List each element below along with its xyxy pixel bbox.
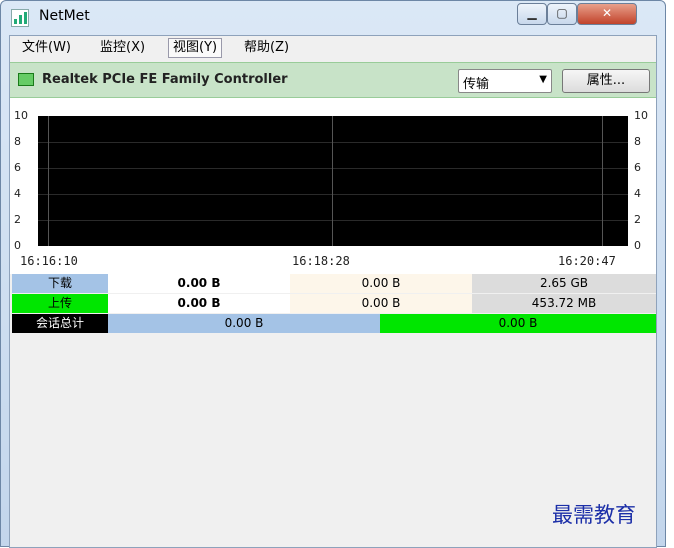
netmet-window: NetMet ▁ ▢ ✕ 文件(W) 监控(X) 视图(Y) 帮助(Z) Rea… [0,0,666,548]
grid-line [38,194,628,195]
mode-dropdown[interactable]: 传输 ▼ [458,69,552,93]
download-row: 下载 0.00 B 0.00 B 2.65 GB [10,274,656,293]
grid-line [48,116,49,246]
upload-current: 0.00 B [108,294,290,313]
grid-line [38,168,628,169]
window-title: NetMet [39,8,90,24]
download-current: 0.00 B [108,274,290,293]
grid-line [332,116,333,246]
minimize-button[interactable]: ▁ [517,3,547,25]
session-download: 0.00 B [108,314,380,333]
y-tick-right: 10 [634,109,648,122]
x-tick: 16:18:28 [292,254,350,268]
y-tick-left: 8 [14,135,21,148]
y-tick-right: 4 [634,187,641,200]
y-tick-right: 2 [634,213,641,226]
close-button[interactable]: ✕ [577,3,637,25]
download-total: 2.65 GB [472,274,656,293]
y-tick-right: 8 [634,135,641,148]
menu-bar: 文件(W) 监控(X) 视图(Y) 帮助(Z) [10,36,656,60]
grid-line [38,220,628,221]
watermark-text: 最需教育 [552,503,636,527]
client-area: 文件(W) 监控(X) 视图(Y) 帮助(Z) Realtek PCIe FE … [9,35,657,548]
graph-plot [38,116,628,246]
properties-button[interactable]: 属性... [562,69,650,93]
menu-file[interactable]: 文件(W) [18,39,75,57]
app-chart-icon [11,9,29,27]
y-tick-right: 6 [634,161,641,174]
download-average: 0.00 B [290,274,472,293]
y-tick-left: 10 [14,109,28,122]
x-tick: 16:16:10 [20,254,78,268]
chevron-down-icon: ▼ [539,74,547,85]
x-tick: 16:20:47 [558,254,616,268]
traffic-graph: 10 8 6 4 2 0 10 8 6 4 2 0 16:16:10 16:18… [10,98,656,274]
download-label: 下载 [12,274,108,293]
y-tick-right: 0 [634,239,641,252]
adapter-bar: Realtek PCIe FE Family Controller 传输 ▼ 属… [10,62,656,98]
upload-average: 0.00 B [290,294,472,313]
grid-line [38,142,628,143]
session-upload: 0.00 B [380,314,656,333]
menu-view[interactable]: 视图(Y) [168,38,223,58]
upload-total: 453.72 MB [472,294,656,313]
menu-help[interactable]: 帮助(Z) [240,39,293,57]
network-card-icon [18,73,34,86]
y-tick-left: 0 [14,239,21,252]
y-tick-left: 2 [14,213,21,226]
title-bar[interactable]: NetMet ▁ ▢ ✕ [1,1,665,35]
mode-value: 传输 [463,77,490,92]
menu-monitor[interactable]: 监控(X) [96,39,149,57]
upload-label: 上传 [12,294,108,313]
maximize-button[interactable]: ▢ [547,3,577,25]
session-label: 会话总计 [12,314,108,333]
session-row: 会话总计 0.00 B 0.00 B [10,314,656,333]
adapter-name: Realtek PCIe FE Family Controller [42,72,288,87]
grid-line [602,116,603,246]
upload-row: 上传 0.00 B 0.00 B 453.72 MB [10,294,656,313]
y-tick-left: 4 [14,187,21,200]
y-tick-left: 6 [14,161,21,174]
